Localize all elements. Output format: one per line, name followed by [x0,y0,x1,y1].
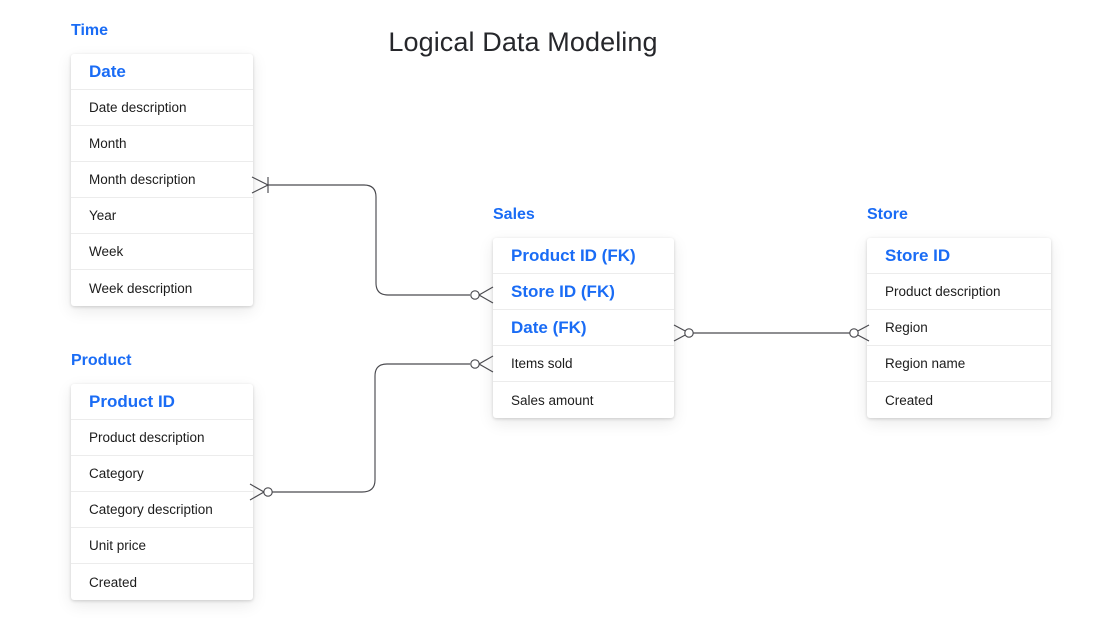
attribute-row[interactable]: Date description [71,90,253,126]
entity-label-product: Product [71,352,132,369]
attribute-row[interactable]: Region [867,310,1051,346]
attribute-row[interactable]: Created [71,564,253,600]
relationship-sales-store [673,324,870,342]
entity-card-store: Store ID Product description Region Regi… [867,238,1051,418]
attribute-row[interactable]: Sales amount [493,382,674,418]
attribute-row[interactable]: Year [71,198,253,234]
entity-product[interactable]: Product Product ID Product description C… [71,351,253,600]
cardinality-zero-or-many-sales-right [673,324,694,342]
cardinality-zero-or-many-sales-bottom [470,355,494,373]
attribute-row[interactable]: Date (FK) [493,310,674,346]
attribute-row[interactable]: Week [71,234,253,270]
attribute-row[interactable]: Month [71,126,253,162]
diagram-canvas: Logical Data Modeling Time Date Date des… [0,0,1120,631]
relationship-time-sales [251,176,494,304]
attribute-row[interactable]: Week description [71,270,253,306]
cardinality-zero-or-many-sales-top [470,286,494,304]
entity-store[interactable]: Store Store ID Product description Regio… [867,205,1051,418]
connector-line-time-sales [268,184,470,296]
attribute-row[interactable]: Month description [71,162,253,198]
attribute-row[interactable]: Category description [71,492,253,528]
attribute-row[interactable]: Region name [867,346,1051,382]
attribute-row[interactable]: Items sold [493,346,674,382]
relationship-product-sales [249,355,494,501]
attribute-row[interactable]: Date [71,54,253,90]
cardinality-one-or-many-time [251,176,269,194]
attribute-row[interactable]: Store ID (FK) [493,274,674,310]
connector-line-product-sales [272,363,470,493]
cardinality-zero-or-many-product [249,483,273,501]
entity-sales[interactable]: Sales Product ID (FK) Store ID (FK) Date… [493,205,674,418]
attribute-row[interactable]: Product description [71,420,253,456]
attribute-row[interactable]: Product ID [71,384,253,420]
entity-label-time: Time [71,22,109,39]
entity-label-store: Store [867,206,908,223]
attribute-row[interactable]: Store ID [867,238,1051,274]
entity-label-sales: Sales [493,206,535,223]
entity-card-sales: Product ID (FK) Store ID (FK) Date (FK) … [493,238,674,418]
attribute-row[interactable]: Product description [867,274,1051,310]
entity-card-time: Date Date description Month Month descri… [71,54,253,306]
entity-card-product: Product ID Product description Category … [71,384,253,600]
attribute-row[interactable]: Unit price [71,528,253,564]
attribute-row[interactable]: Category [71,456,253,492]
attribute-row[interactable]: Product ID (FK) [493,238,674,274]
attribute-row[interactable]: Created [867,382,1051,418]
entity-time[interactable]: Time Date Date description Month Month d… [71,21,253,306]
